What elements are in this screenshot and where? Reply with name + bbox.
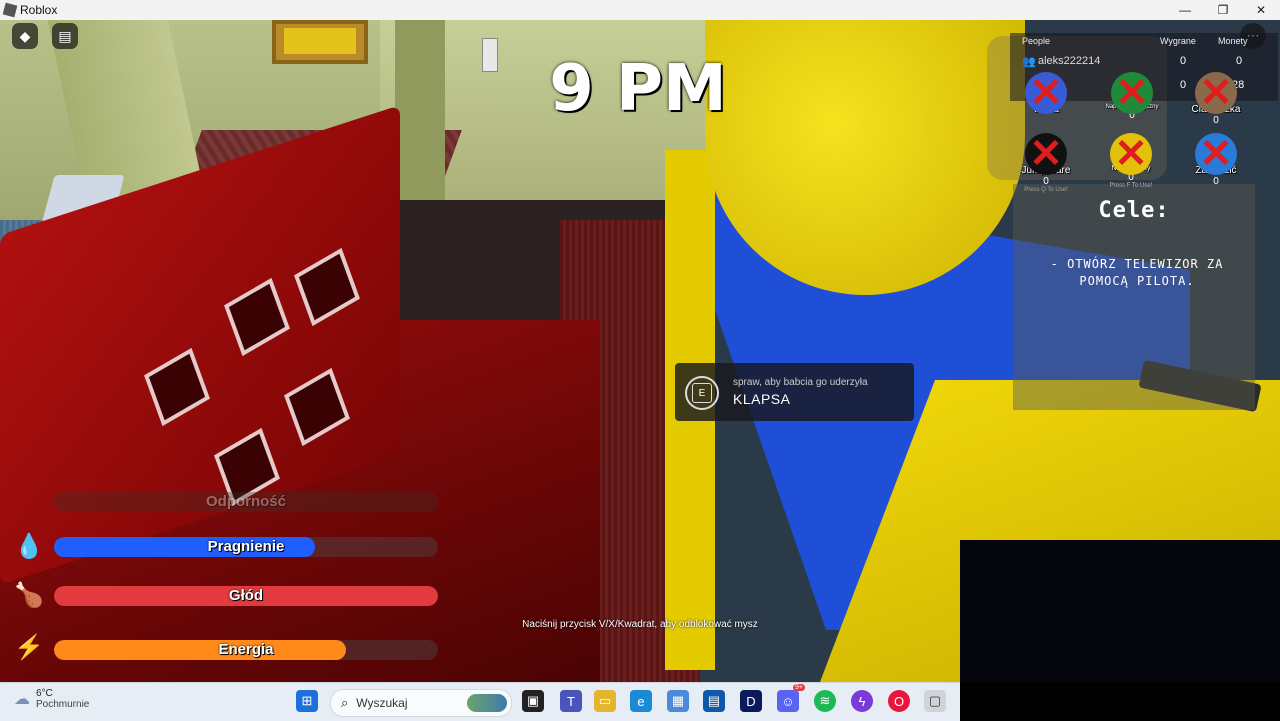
photos-icon[interactable]: ▦ (667, 690, 689, 712)
game-clock: 9 PM (549, 52, 727, 126)
chicken-leg-icon: 🍗 (14, 581, 44, 609)
restore-button[interactable]: ❐ (1204, 0, 1242, 20)
disney-plus-icon[interactable]: D (740, 690, 762, 712)
messenger-icon[interactable]: ϟ (851, 690, 873, 712)
weather-condition: Pochmurnie (36, 699, 90, 710)
file-explorer-icon[interactable]: ▭ (594, 690, 616, 712)
objectives-panel: Cele: - OTWÓRZ TELEWIZOR ZA POMOCĄ PILOT… (1013, 184, 1255, 410)
chat-icon[interactable]: ▤ (52, 23, 78, 49)
stat-bar-pragnienie: Pragnienie (54, 537, 438, 557)
ability-napoj[interactable]: Napój energetyczny 0 (1090, 68, 1174, 121)
task-view-icon[interactable]: ▣ (522, 690, 544, 712)
stat-bar-energia: Energia (54, 640, 438, 660)
app-icon[interactable]: ▢ (924, 690, 946, 712)
friends-icon: 👥 (1022, 56, 1036, 68)
water-drop-icon: 💧 (14, 532, 44, 560)
spotify-icon[interactable]: ≋ (814, 690, 836, 712)
leaderboard-header-people: People (1022, 36, 1051, 46)
unlock-mouse-hint: Naciśnij przycisk V/X/Kwadrat, aby odblo… (522, 619, 758, 630)
stat-label: Odporność (205, 493, 286, 510)
cookie-icon (1195, 68, 1237, 118)
scene-picture-frame (272, 20, 368, 64)
objectives-title: Cele: (1098, 198, 1170, 223)
prompt-action: KLAPSA (733, 391, 791, 407)
leaderboard-header-coins: Monety (1218, 36, 1248, 46)
leaderboard-wins: 0 (1180, 55, 1187, 67)
search-highlight-image (467, 694, 507, 712)
invisible-icon (1110, 129, 1152, 179)
stat-label: Głód (228, 587, 264, 604)
water-icon (1025, 68, 1067, 118)
opera-icon[interactable]: O (888, 690, 910, 712)
ability-niewidzialny[interactable]: Niewidzialny 0 Press F To Use! (1089, 129, 1173, 189)
key-e-icon[interactable]: E (685, 376, 719, 410)
edge-icon[interactable]: e (630, 690, 652, 712)
stat-bar-glod: Głód (54, 586, 438, 606)
weather-temp: 6°C (36, 688, 53, 699)
leaderboard-player: aleks222214 (1038, 55, 1101, 67)
store-icon[interactable]: ▤ (703, 690, 725, 712)
windows-taskbar: ☁ 6°C Pochmurnie ⊞ ⌕ Wyszukaj ▣ T ▭ e ▦ … (0, 682, 960, 721)
window-titlebar: Roblox — ❐ ✕ (0, 0, 1280, 21)
leaderboard-header-wins: Wygrane (1160, 36, 1196, 46)
jumpscare-icon (1025, 129, 1067, 179)
windows-start-icon[interactable]: ⊞ (296, 690, 318, 712)
scene-light-switch (482, 38, 498, 72)
leaderboard-coins: 0 (1236, 55, 1243, 67)
window-title: Roblox (20, 3, 58, 17)
lightning-icon: ⚡ (14, 633, 44, 661)
scene-dark-overlay (960, 540, 1280, 682)
energy-drink-icon (1111, 68, 1153, 118)
cloud-icon: ☁ (14, 691, 30, 708)
discord-icon[interactable]: ☺ 9+ (777, 684, 805, 712)
scene-pillar-right (395, 20, 445, 200)
stat-label: Pragnienie (207, 538, 285, 555)
ability-ciasteczka[interactable]: Ciasteczka 0 (1174, 68, 1258, 126)
ability-zamrozic[interactable]: Zamrozić 0 (1174, 129, 1258, 187)
interaction-prompt[interactable]: E spraw, aby babcia go uderzyła KLAPSA (675, 363, 914, 421)
objective-task: - OTWÓRZ TELEWIZOR ZA POMOCĄ PILOTA. (1050, 257, 1224, 288)
roblox-menu-icon[interactable]: ◆ (12, 23, 38, 49)
teams-icon[interactable]: T (560, 690, 582, 712)
taskbar-search[interactable]: ⌕ Wyszukaj (330, 689, 512, 717)
minimize-button[interactable]: — (1166, 0, 1204, 20)
window-controls: — ❐ ✕ (1166, 0, 1280, 20)
search-icon: ⌕ (341, 695, 349, 710)
stat-label: Energia (218, 641, 274, 658)
close-button[interactable]: ✕ (1242, 0, 1280, 20)
roblox-app-icon (2, 2, 18, 18)
weather-widget[interactable]: ☁ 6°C Pochmurnie (14, 688, 89, 710)
prompt-key: E (692, 383, 712, 403)
ability-woda[interactable]: Woda (1004, 68, 1088, 118)
stat-bar-odpornosc: Odporność (54, 492, 438, 512)
notification-badge: 9+ (793, 684, 805, 691)
freeze-icon (1195, 129, 1237, 179)
prompt-description: spraw, aby babcia go uderzyła (733, 377, 868, 388)
search-input[interactable]: Wyszukaj (356, 696, 407, 710)
